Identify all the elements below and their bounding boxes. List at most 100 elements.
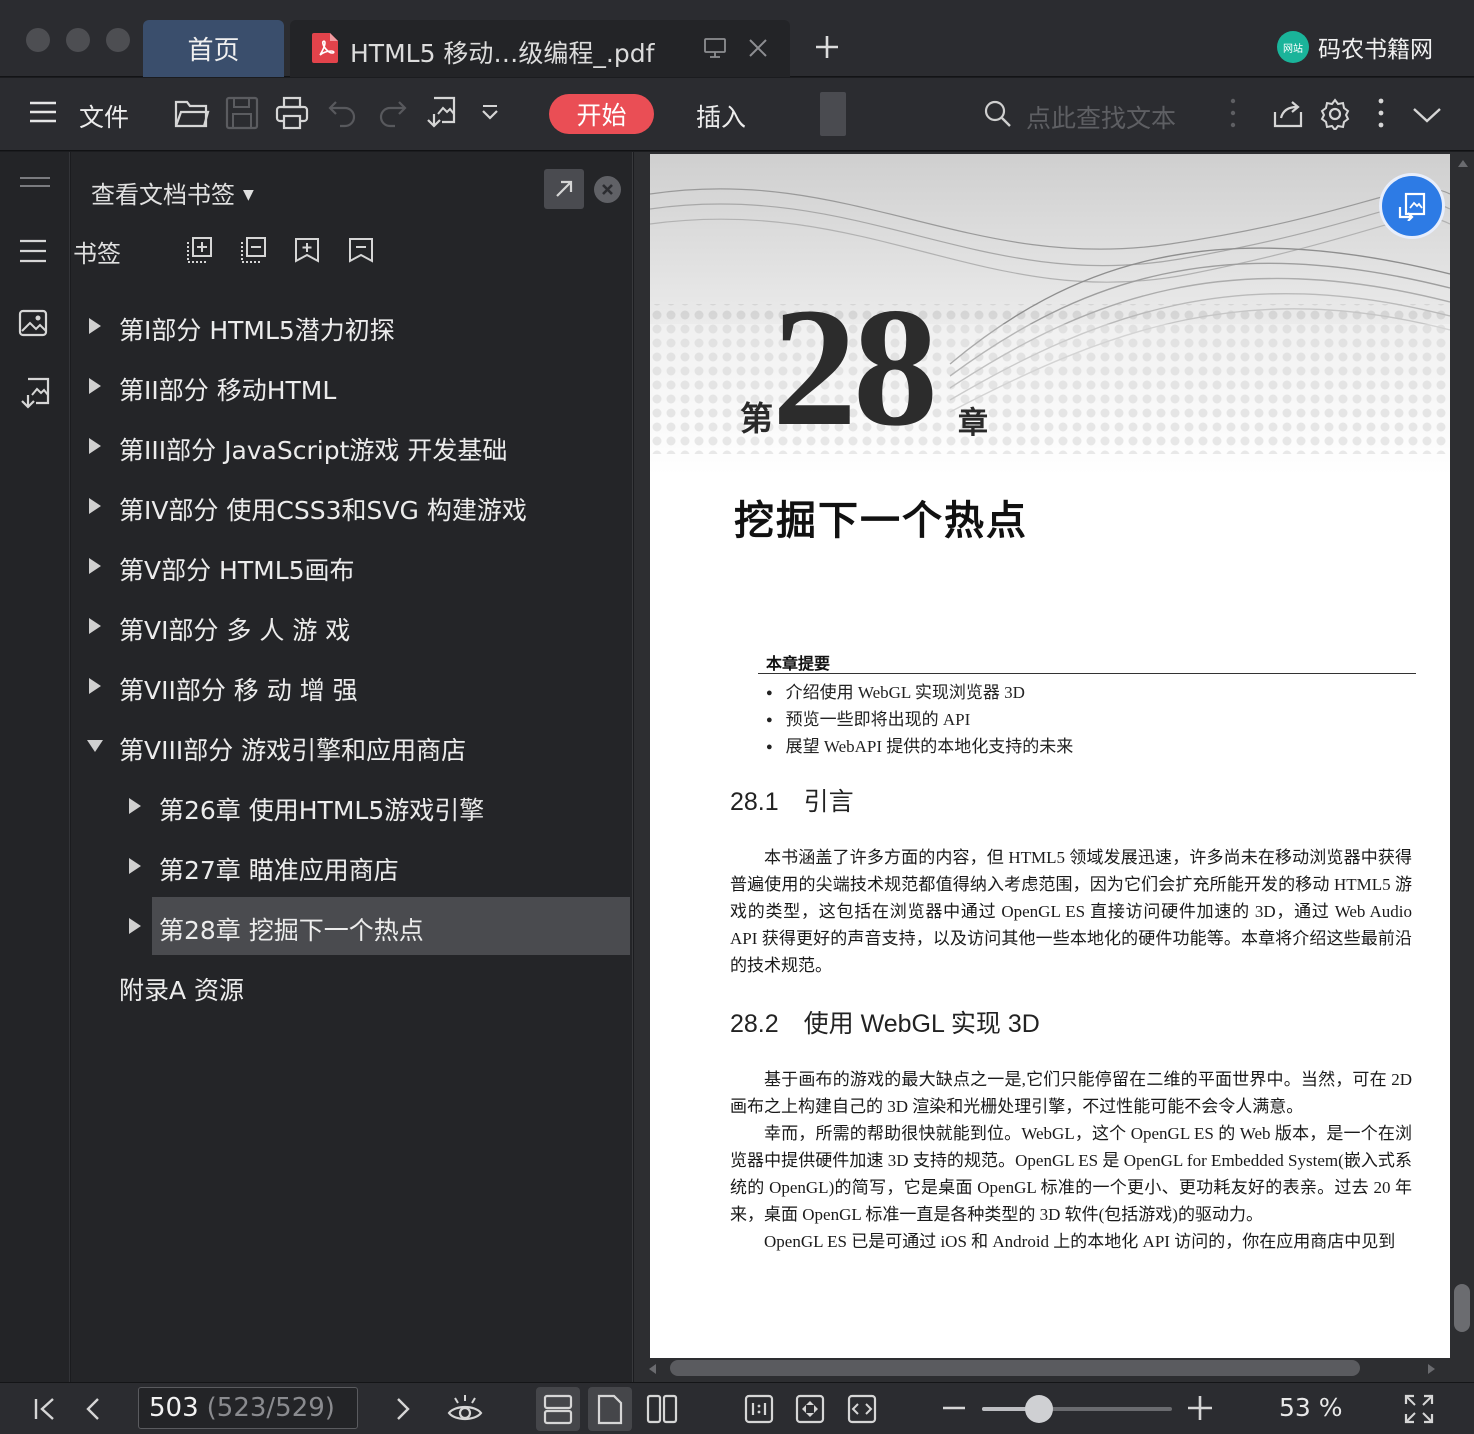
fit-page-icon[interactable] — [795, 1393, 825, 1425]
zoom-level[interactable]: 53 % — [1279, 1393, 1343, 1422]
bookmark-item[interactable]: 第IV部分 使用CSS3和SVG 构建游戏 — [71, 477, 631, 535]
expand-triangle-icon[interactable] — [127, 916, 143, 936]
horizontal-scroll-thumb[interactable] — [670, 1360, 1360, 1376]
paragraph: 基于画布的游戏的最大缺点之一是,它们只能停留在二维的平面世界中。当然，可在 2D… — [730, 1070, 1412, 1116]
bookmark-item[interactable]: 第VII部分 移 动 增 强 — [71, 657, 631, 715]
eye-protection-icon[interactable] — [447, 1393, 483, 1425]
page-number-input[interactable]: 503 (523/529) — [138, 1387, 358, 1429]
arrow-up-right-icon — [556, 180, 573, 197]
fullscreen-icon[interactable] — [1404, 1393, 1434, 1425]
document-viewport[interactable]: 28 第 章 挖掘下一个热点 本章提要 介绍使用 WebGL 实现浏览器 3D … — [634, 152, 1474, 1382]
single-page-button[interactable] — [588, 1387, 632, 1431]
search-icon[interactable] — [984, 100, 1012, 128]
bookmark-label: 第VII部分 移 动 增 强 — [119, 676, 358, 705]
bookmark-view-dropdown[interactable]: 查看文档书签 ▼ — [91, 175, 254, 210]
collapse-chevron-icon[interactable] — [1412, 106, 1442, 124]
vertical-dots-icon[interactable] — [1229, 98, 1237, 128]
export-image-icon[interactable] — [424, 96, 458, 130]
file-menu[interactable]: 文件 — [79, 98, 129, 134]
scroll-right-arrow-icon[interactable] — [1426, 1362, 1438, 1376]
chapter-suffix: 章 — [958, 406, 988, 441]
vertical-scrollbar[interactable] — [1456, 152, 1474, 1362]
expand-triangle-icon[interactable] — [127, 856, 143, 876]
paragraph: 本书涵盖了许多方面的内容，但 HTML5 领域发展迅速，许多尚未在移动浏览器中获… — [730, 848, 1412, 975]
bookmark-item[interactable]: 第27章 瞄准应用商店 — [71, 837, 631, 895]
bookmark-item[interactable]: 第II部分 移动HTML — [71, 357, 631, 415]
continuous-scroll-button[interactable] — [536, 1387, 580, 1431]
more-dropdown-icon[interactable] — [480, 104, 500, 122]
bookmark-item[interactable]: 第I部分 HTML5潜力初探 — [71, 297, 631, 355]
next-page-icon[interactable] — [394, 1397, 412, 1421]
brand-link[interactable]: 网站 码农书籍网 — [1277, 30, 1433, 64]
zoom-out-icon[interactable] — [942, 1403, 966, 1413]
fit-width-icon[interactable] — [847, 1393, 877, 1425]
paragraph: 幸而，所需的帮助很快就能到位。WebGL，这个 OpenGL ES 的 Web … — [730, 1124, 1412, 1224]
close-icon — [602, 184, 613, 195]
monitor-icon[interactable] — [704, 37, 726, 59]
two-page-button[interactable] — [640, 1387, 684, 1431]
tab-close-icon[interactable] — [747, 37, 769, 59]
more-options-icon[interactable] — [1377, 98, 1385, 128]
expand-triangle-icon[interactable] — [87, 316, 103, 336]
scroll-up-arrow-icon[interactable] — [1456, 156, 1470, 170]
settings-gear-icon[interactable] — [1319, 98, 1351, 130]
open-folder-icon[interactable] — [174, 96, 210, 130]
expand-triangle-icon[interactable] — [127, 796, 143, 816]
page-position: (523/529) — [206, 1393, 335, 1423]
menu-icon[interactable] — [28, 100, 58, 124]
bookmark-item[interactable]: 第VI部分 多 人 游 戏 — [71, 597, 631, 655]
print-icon[interactable] — [275, 96, 309, 130]
status-bar: 503 (523/529) 53 % — [0, 1382, 1474, 1434]
window-minimize-button[interactable] — [66, 28, 90, 52]
rail-collapse-icon[interactable] — [18, 176, 52, 188]
window-zoom-button[interactable] — [106, 28, 130, 52]
collapse-triangle-icon[interactable] — [85, 738, 105, 754]
scroll-left-arrow-icon[interactable] — [646, 1362, 658, 1376]
first-page-icon[interactable] — [33, 1397, 57, 1421]
convert-floating-button[interactable] — [1382, 176, 1442, 236]
toolbar-overflow-handle[interactable] — [820, 92, 846, 136]
actual-size-icon[interactable] — [744, 1393, 774, 1425]
tab-start[interactable]: 开始 — [549, 94, 654, 134]
undo-icon[interactable] — [328, 96, 358, 130]
new-tab-plus-icon[interactable] — [814, 34, 840, 60]
expand-triangle-icon[interactable] — [87, 496, 103, 516]
zoom-slider-handle[interactable] — [1025, 1395, 1053, 1423]
tab-insert[interactable]: 插入 — [696, 98, 746, 134]
search-input[interactable]: 点此查找文本 — [1026, 99, 1176, 135]
side-rail — [0, 152, 70, 1382]
expand-all-icon[interactable] — [185, 236, 213, 264]
delete-bookmark-icon[interactable] — [347, 236, 375, 264]
bookmark-item-selected[interactable]: 第28章 挖掘下一个热点 — [71, 897, 631, 955]
add-bookmark-icon[interactable] — [293, 236, 321, 264]
bookmark-item[interactable]: 附录A 资源 — [71, 957, 631, 1015]
bookmark-label: 第I部分 HTML5潜力初探 — [119, 316, 395, 345]
bookmark-item[interactable]: 第V部分 HTML5画布 — [71, 537, 631, 595]
expand-triangle-icon[interactable] — [87, 556, 103, 576]
collapse-all-icon[interactable] — [239, 236, 267, 264]
panel-close-button[interactable] — [594, 176, 621, 203]
expand-triangle-icon[interactable] — [87, 376, 103, 396]
window-close-button[interactable] — [26, 28, 50, 52]
bookmark-label: 第IV部分 使用CSS3和SVG 构建游戏 — [119, 496, 527, 525]
bookmark-label: 附录A 资源 — [119, 976, 245, 1005]
share-icon[interactable] — [1273, 98, 1303, 128]
tab-home[interactable]: 首页 — [143, 20, 284, 77]
annotation-export-icon[interactable] — [18, 377, 50, 411]
expand-triangle-icon[interactable] — [87, 676, 103, 696]
scroll-pages-icon — [543, 1394, 573, 1425]
bookmark-item[interactable]: 第26章 使用HTML5游戏引擎 — [71, 777, 631, 835]
save-icon[interactable] — [225, 96, 259, 130]
outline-list-icon[interactable] — [18, 238, 48, 264]
previous-page-icon[interactable] — [84, 1397, 102, 1421]
expand-triangle-icon[interactable] — [87, 436, 103, 456]
zoom-in-icon[interactable] — [1187, 1395, 1213, 1421]
expand-triangle-icon[interactable] — [87, 616, 103, 636]
tab-document[interactable]: HTML5 移动…级编程_.pdf — [290, 20, 790, 77]
panel-popout-button[interactable] — [544, 169, 584, 209]
thumbnail-image-icon[interactable] — [18, 309, 48, 337]
redo-icon[interactable] — [377, 96, 407, 130]
bookmark-item[interactable]: 第VIII部分 游戏引擎和应用商店 — [71, 717, 631, 775]
vertical-scroll-thumb[interactable] — [1454, 1284, 1470, 1332]
bookmark-item[interactable]: 第III部分 JavaScript游戏 开发基础 — [71, 417, 631, 475]
